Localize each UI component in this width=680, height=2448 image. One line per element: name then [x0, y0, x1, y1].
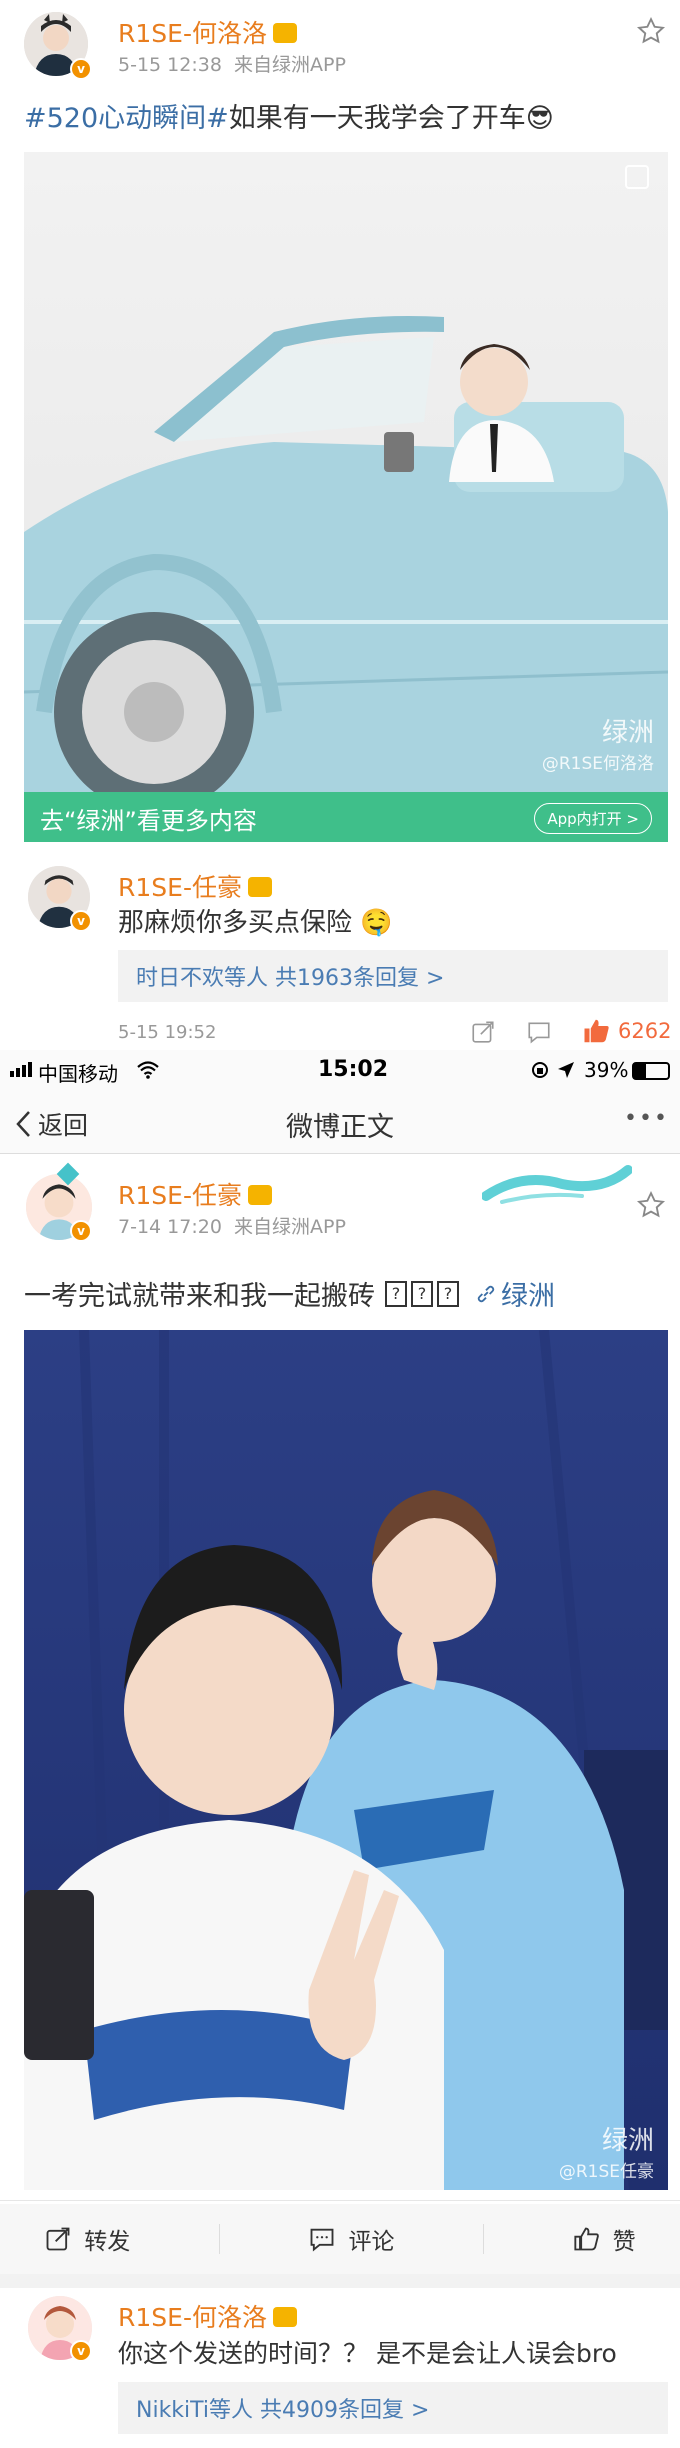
post-text-body: 一考完试就带来和我一起搬砖	[24, 1281, 375, 1312]
post-text: #520心动瞬间#如果有一天我学会了开车😎	[24, 96, 554, 135]
repost-icon	[46, 2227, 70, 2251]
card-decoration-icon	[482, 1165, 632, 1204]
topic-link[interactable]: #520心动瞬间#	[24, 103, 229, 134]
watermark-handle: @R1SE何洛洛	[541, 754, 654, 774]
wifi-icon	[137, 1061, 159, 1079]
crown-icon	[247, 877, 272, 897]
image-watermark: 绿洲 @R1SE何洛洛	[454, 712, 654, 774]
comment-time: 5-15 19:52	[118, 1022, 217, 1043]
post-author[interactable]: R1SE-何洛洛	[118, 14, 297, 50]
sunglasses-emoji: 😎	[525, 103, 554, 134]
oasis-banner-text: 去“绿洲”看更多内容	[40, 806, 257, 835]
open-app-button[interactable]: App内打开 >	[534, 802, 652, 834]
verified-badge: v	[70, 2340, 92, 2362]
unknown-glyph-box: ?	[385, 1280, 407, 1307]
signal-icon	[10, 1062, 32, 1077]
thumbs-up-icon	[574, 2227, 599, 2251]
watermark-brand: 绿洲	[601, 2126, 654, 2156]
like-label: 赞	[612, 2229, 636, 2255]
oasis-link-text[interactable]: 绿洲	[501, 1274, 555, 1313]
comment-button[interactable]: 评论	[308, 2222, 394, 2256]
orientation-lock-icon	[532, 1062, 548, 1078]
nav-bar: 返回 微博正文 •••	[0, 1090, 680, 1154]
post-time: 5-15 12:38	[118, 54, 222, 76]
comment-author-name[interactable]: R1SE-任豪	[118, 873, 242, 902]
post-time: 7-14 17:20	[118, 1216, 222, 1238]
divider	[0, 2200, 680, 2201]
action-divider	[483, 2224, 485, 2254]
reply-summary[interactable]: NikkiTi等人 共4909条回复 >	[118, 2382, 668, 2434]
favorite-star-icon[interactable]	[636, 1190, 666, 1220]
like-button[interactable]: 6262	[582, 1016, 671, 1046]
favorite-star-icon[interactable]	[636, 16, 666, 46]
reply-summary-text[interactable]: NikkiTi等人 共4909条回复 >	[136, 2392, 429, 2424]
verified-badge: v	[70, 910, 92, 932]
post-meta: 5-15 12:38 来自绿洲APP	[118, 50, 346, 77]
post-source[interactable]: 来自绿洲APP	[234, 1216, 346, 1238]
post-source[interactable]: 来自绿洲APP	[234, 54, 346, 76]
action-divider	[218, 2224, 220, 2254]
share-icon[interactable]	[470, 1019, 496, 1045]
action-bar: 转发 评论 赞	[0, 2204, 680, 2274]
repost-label: 转发	[84, 2229, 131, 2255]
battery-icon	[632, 1062, 670, 1080]
carrier-name: 中国移动	[38, 1062, 118, 1086]
crown-icon	[272, 2307, 297, 2327]
post-meta: 7-14 17:20 来自绿洲APP	[118, 1212, 346, 1239]
comment-text: 你这个发送的时间？？ 是不是会让人误会bro	[118, 2339, 617, 2368]
page-title: 微博正文	[286, 1112, 394, 1143]
verified-badge: v	[70, 58, 92, 80]
crown-icon	[272, 23, 297, 43]
reply-summary[interactable]: 时日不欢等人 共1963条回复 >	[118, 950, 668, 1002]
location-icon	[558, 1062, 574, 1078]
oasis-banner[interactable]: 去“绿洲”看更多内容 App内打开 >	[24, 794, 668, 842]
post-image[interactable]: 绿洲 @R1SE何洛洛 去“绿洲”看更多内容 App内打开 >	[24, 152, 668, 842]
comment-icon	[311, 2228, 334, 2252]
comment-text: 那麻烦你多买点保险 🤤	[118, 902, 393, 939]
post-author-name[interactable]: R1SE-何洛洛	[118, 19, 267, 48]
divider	[0, 2274, 680, 2288]
comment-icon[interactable]	[526, 1019, 552, 1045]
more-options-button[interactable]: •••	[624, 1106, 669, 1131]
post-author[interactable]: R1SE-任豪	[118, 1176, 272, 1212]
repost-button[interactable]: 转发	[44, 2222, 130, 2256]
watermark-brand: 绿洲	[601, 718, 654, 748]
drooling-emoji: 🤤	[360, 908, 393, 938]
unknown-glyph-box: ?	[411, 1280, 433, 1307]
verified-badge: v	[70, 1220, 92, 1242]
post-text: 一考完试就带来和我一起搬砖 ? ? ? 绿洲	[24, 1274, 555, 1313]
clock: 15:02	[318, 1057, 389, 1082]
oasis-link[interactable]: 绿洲	[475, 1274, 555, 1313]
comment-author[interactable]: R1SE-何洛洛	[118, 2298, 297, 2334]
thumbs-up-icon	[584, 1019, 609, 1043]
link-icon	[477, 1285, 495, 1302]
selfie-photo	[24, 1330, 668, 2190]
post-image[interactable]: 绿洲 @R1SE任豪	[24, 1330, 668, 2190]
like-count: 6262	[618, 1019, 672, 1043]
reply-summary-text[interactable]: 时日不欢等人 共1963条回复 >	[136, 960, 444, 992]
status-bar: 中国移动 15:02 39%	[0, 1050, 680, 1090]
comment-author-name[interactable]: R1SE-何洛洛	[118, 2303, 267, 2332]
comment-text-body: 那麻烦你多买点保险	[118, 908, 353, 938]
unknown-glyph-box: ?	[437, 1280, 459, 1307]
watermark-handle: @R1SE任豪	[558, 2162, 654, 2182]
comment-author[interactable]: R1SE-任豪	[118, 868, 272, 904]
battery-percent: 39%	[584, 1058, 629, 1082]
image-watermark: 绿洲 @R1SE任豪	[454, 2120, 654, 2182]
post-text-body: 如果有一天我学会了开车	[228, 103, 526, 134]
crown-icon	[247, 1185, 272, 1205]
post-author-name[interactable]: R1SE-任豪	[118, 1181, 242, 1210]
comment-label: 评论	[348, 2229, 395, 2255]
like-button[interactable]: 赞	[573, 2222, 636, 2256]
